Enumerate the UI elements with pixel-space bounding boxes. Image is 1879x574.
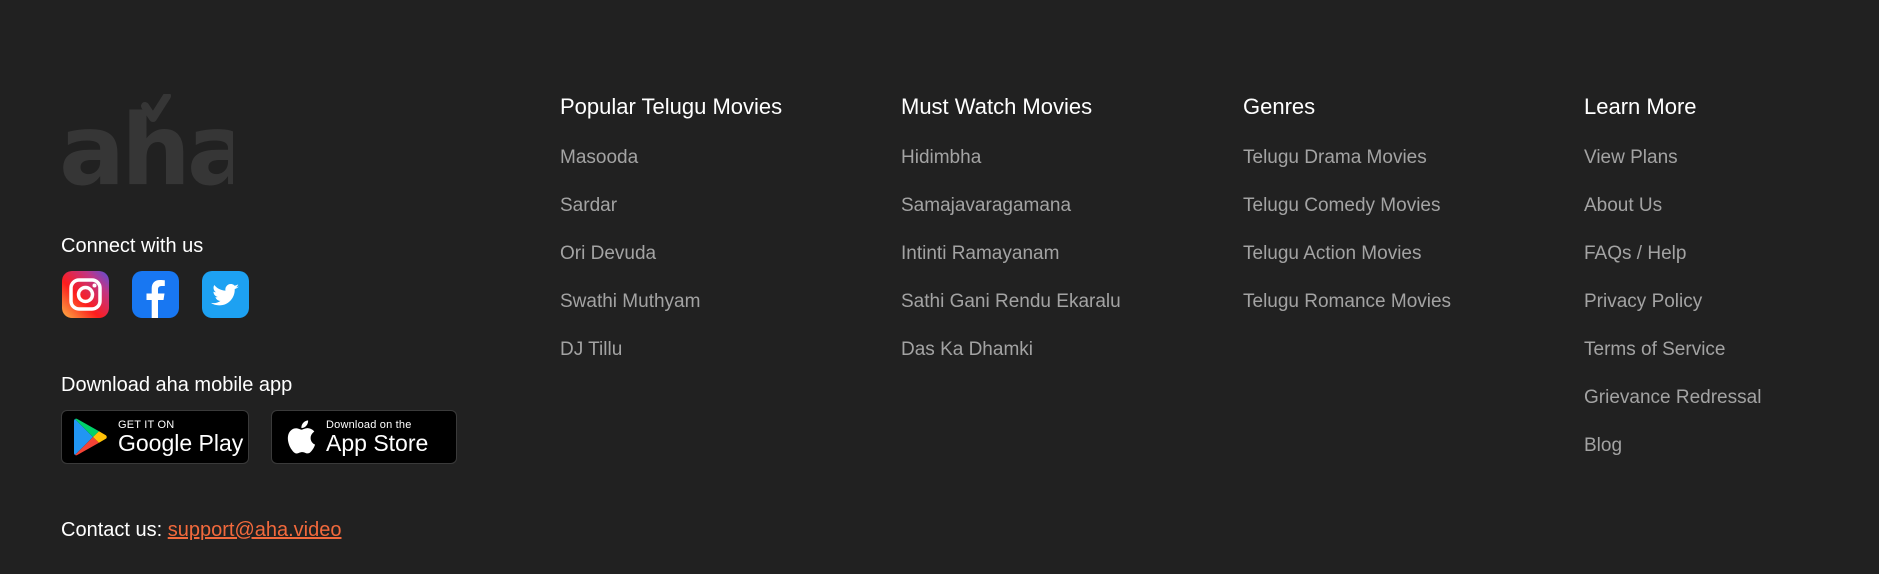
link-list: Telugu Drama Movies Telugu Comedy Movies… — [1243, 134, 1451, 326]
footer-link[interactable]: Telugu Comedy Movies — [1243, 182, 1451, 230]
social-links — [62, 271, 249, 319]
column-title: Genres — [1243, 94, 1316, 119]
footer-link[interactable]: Samajavaragamana — [901, 182, 1121, 230]
google-play-text: GET IT ON Google Play — [118, 419, 243, 455]
google-play-icon — [74, 418, 107, 456]
link-list: View Plans About Us FAQs / Help Privacy … — [1584, 134, 1761, 470]
footer-link[interactable]: Sardar — [560, 182, 782, 230]
footer-link[interactable]: Das Ka Dhamki — [901, 326, 1121, 374]
footer-link[interactable]: Telugu Drama Movies — [1243, 134, 1451, 182]
footer-link[interactable]: DJ Tillu — [560, 326, 782, 374]
footer-link[interactable]: Terms of Service — [1584, 326, 1761, 374]
contact-label: Contact us: — [61, 519, 163, 541]
footer-link[interactable]: Hidimbha — [901, 134, 1121, 182]
column-must-watch-movies: Must Watch Movies Hidimbha Samajavaragam… — [901, 93, 1121, 374]
connect-title: Connect with us — [61, 235, 204, 257]
footer-link[interactable]: View Plans — [1584, 134, 1761, 182]
footer-link[interactable]: Swathi Muthyam — [560, 278, 782, 326]
column-title: Popular Telugu Movies — [560, 94, 783, 119]
footer-link[interactable]: Telugu Action Movies — [1243, 230, 1451, 278]
app-store-button[interactable]: Download on the App Store — [271, 410, 457, 464]
column-learn-more: Learn More View Plans About Us FAQs / He… — [1584, 93, 1761, 470]
download-title: Download aha mobile app — [61, 374, 293, 396]
aha-logo[interactable]: aha — [61, 94, 233, 188]
link-list: Masooda Sardar Ori Devuda Swathi Muthyam… — [560, 134, 782, 374]
column-genres: Genres Telugu Drama Movies Telugu Comedy… — [1243, 93, 1451, 326]
column-popular-telugu-movies: Popular Telugu Movies Masooda Sardar Ori… — [560, 93, 782, 374]
instagram-icon[interactable] — [62, 271, 109, 318]
footer-link[interactable]: Ori Devuda — [560, 230, 782, 278]
google-play-button[interactable]: GET IT ON Google Play — [61, 410, 249, 464]
support-email-link[interactable]: support@aha.video — [168, 519, 342, 541]
twitter-icon[interactable] — [202, 271, 249, 318]
footer-link[interactable]: Blog — [1584, 422, 1761, 470]
store-buttons: GET IT ON Google Play Download on the Ap… — [61, 410, 457, 464]
link-list: Hidimbha Samajavaragamana Intinti Ramaya… — [901, 134, 1121, 374]
footer-link[interactable]: Masooda — [560, 134, 782, 182]
footer-link[interactable]: Telugu Romance Movies — [1243, 278, 1451, 326]
column-title: Must Watch Movies — [901, 94, 1093, 119]
column-title: Learn More — [1584, 94, 1697, 119]
contact-line: Contact us: support@aha.video — [61, 517, 341, 543]
footer-link[interactable]: About Us — [1584, 182, 1761, 230]
facebook-icon[interactable] — [132, 271, 179, 318]
footer-link[interactable]: Privacy Policy — [1584, 278, 1761, 326]
apple-icon — [287, 420, 316, 454]
app-store-big: App Store — [326, 430, 429, 456]
footer-link[interactable]: Grievance Redressal — [1584, 374, 1761, 422]
footer-link[interactable]: Sathi Gani Rendu Ekaralu — [901, 278, 1121, 326]
google-play-big: Google Play — [118, 430, 244, 456]
footer-link[interactable]: Intinti Ramayanam — [901, 230, 1121, 278]
aha-logo-mark: aha — [61, 94, 233, 188]
footer-link[interactable]: FAQs / Help — [1584, 230, 1761, 278]
site-footer: aha Connect with us Download aha mobile … — [0, 0, 1879, 574]
app-store-text: Download on the App Store — [326, 419, 428, 455]
